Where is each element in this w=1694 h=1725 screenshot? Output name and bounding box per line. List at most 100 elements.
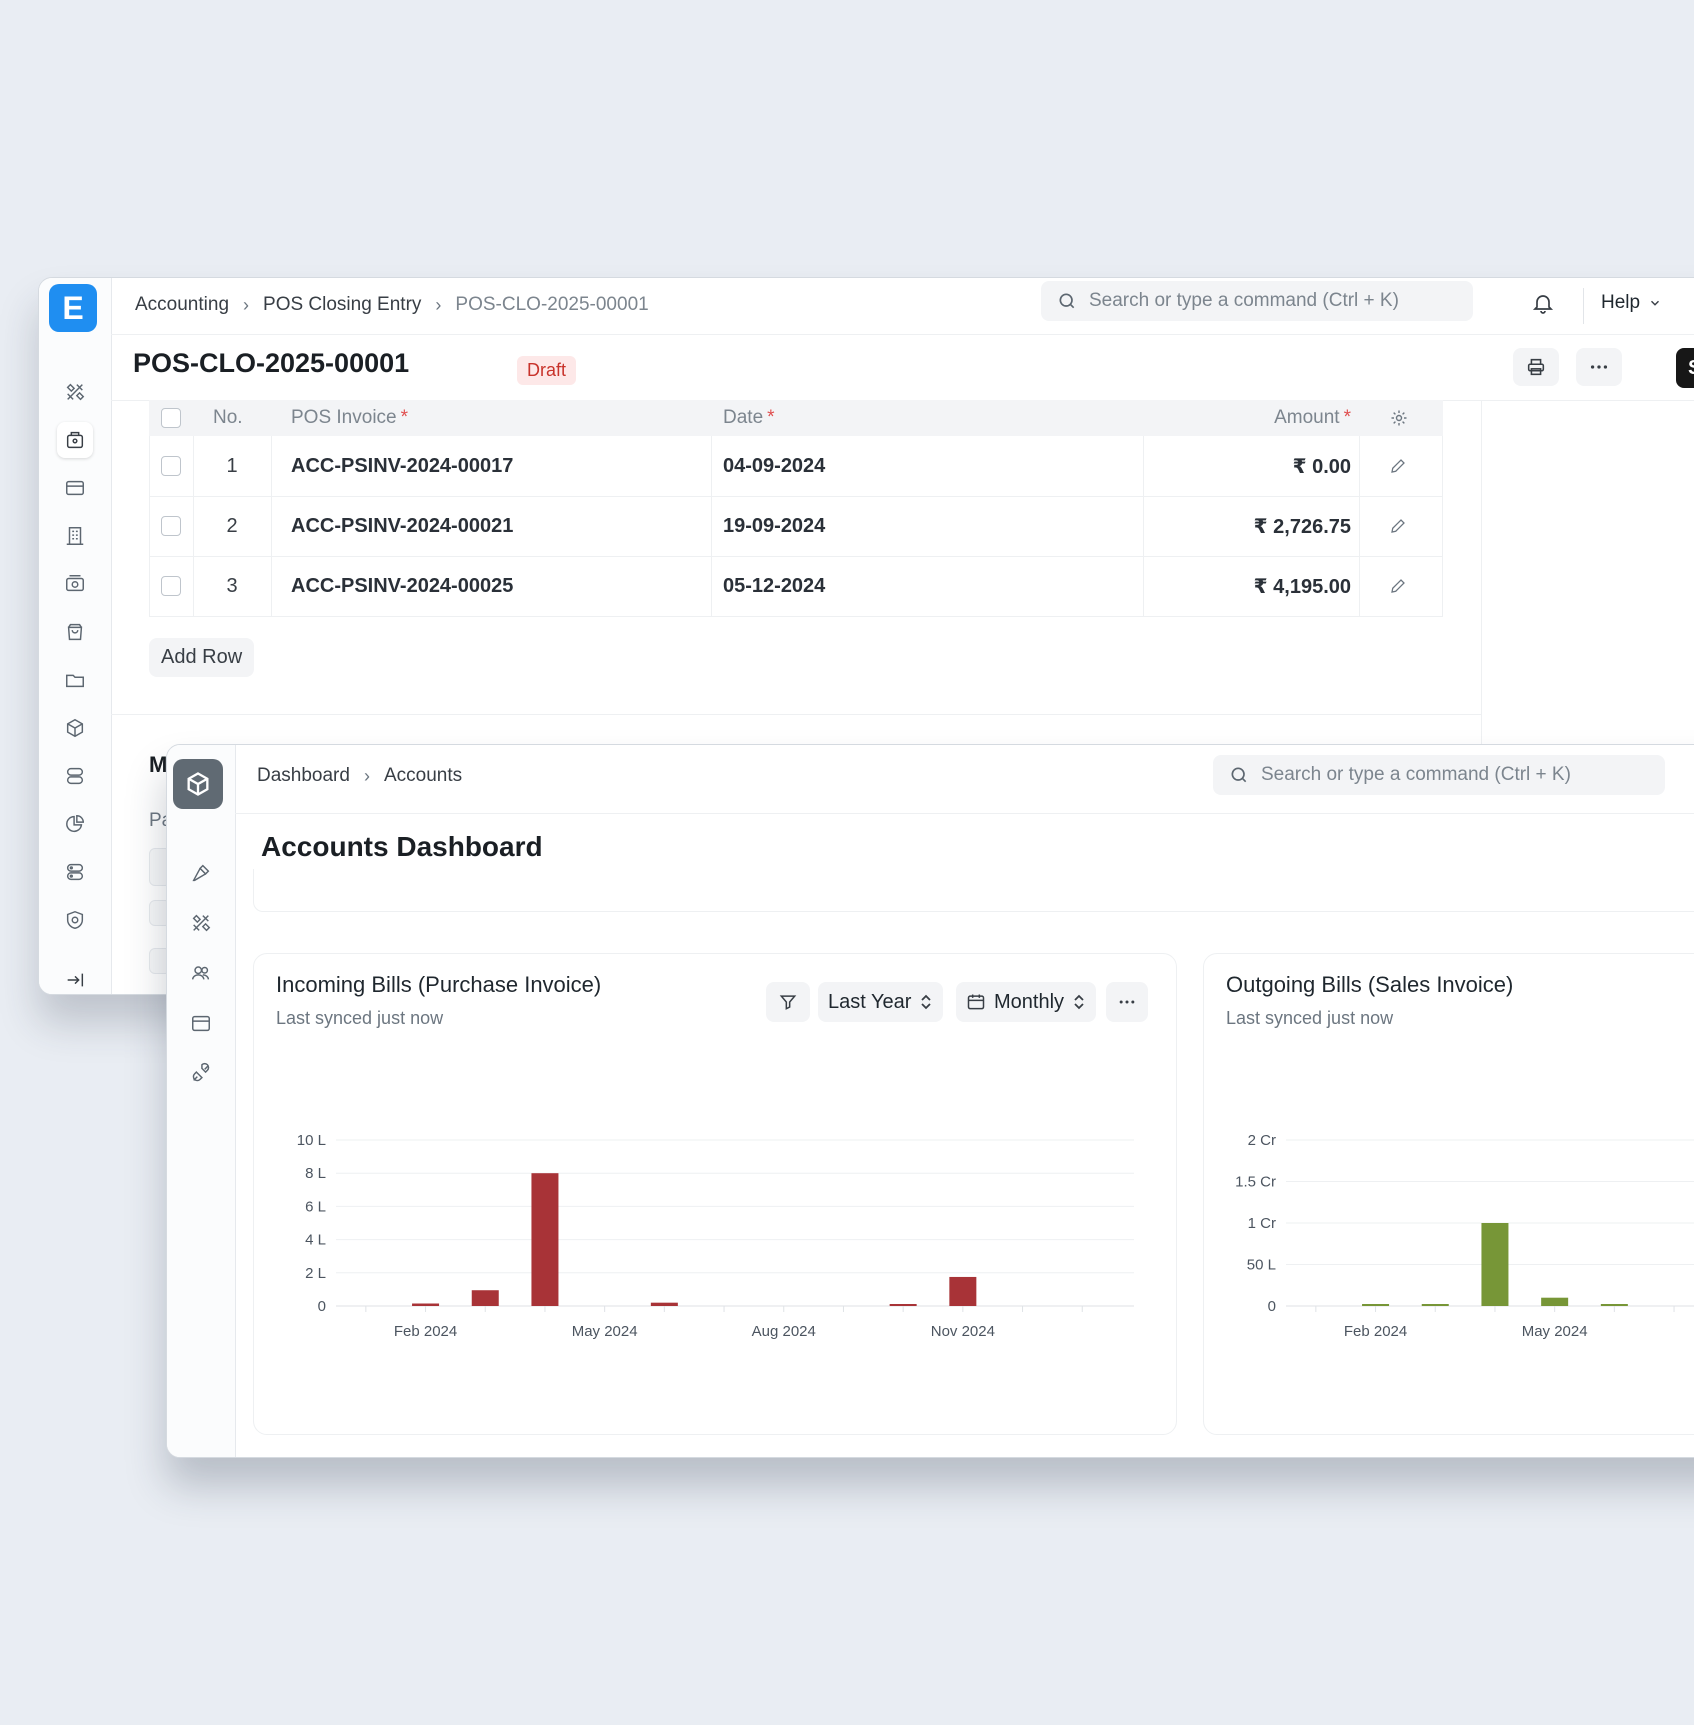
shopping-bag-icon[interactable] [57, 614, 93, 650]
cash-icon[interactable] [57, 566, 93, 602]
bar[interactable] [1481, 1223, 1509, 1306]
breadcrumb: Accounting › POS Closing Entry › POS-CLO… [135, 294, 649, 316]
users-icon[interactable] [183, 955, 219, 991]
table-row[interactable]: 1 ACC-PSINV-2024-00017 04-09-2024 ₹ 0.00 [149, 436, 1443, 497]
card-subtitle: Last synced just now [276, 1008, 444, 1028]
x-tick-label: May 2024 [572, 1323, 638, 1340]
y-tick-label: 0 [1268, 1298, 1276, 1315]
edit-row-icon[interactable] [1389, 436, 1407, 496]
y-tick-label: 4 L [305, 1232, 326, 1249]
pie-chart-icon[interactable] [57, 806, 93, 842]
page-title: POS-CLO-2025-00001 [133, 348, 410, 378]
row-amount[interactable]: ₹ 0.00 [1143, 436, 1351, 496]
help-label: Help [1601, 292, 1641, 313]
bar[interactable] [1421, 1304, 1449, 1306]
chevron-down-icon [1651, 300, 1660, 306]
row-amount[interactable]: ₹ 4,195.00 [1143, 556, 1351, 616]
interval-select[interactable]: Monthly [956, 982, 1097, 1022]
submit-button[interactable]: Subr [1676, 348, 1694, 388]
row-amount[interactable]: ₹ 2,726.75 [1143, 496, 1351, 556]
card-more-button[interactable] [1106, 982, 1148, 1022]
app-logo[interactable]: E [49, 284, 97, 332]
search-placeholder: Search or type a command (Ctrl + K) [1261, 764, 1571, 785]
bar[interactable] [1362, 1304, 1390, 1306]
search-input[interactable]: Search or type a command (Ctrl + K) [1213, 755, 1665, 795]
chevron-right-icon: › [243, 294, 250, 315]
hammer-icon[interactable] [183, 855, 219, 891]
chevron-right-icon: › [363, 765, 370, 786]
printer-icon [1527, 358, 1545, 376]
bar[interactable] [531, 1173, 559, 1306]
bar[interactable] [949, 1276, 977, 1306]
table-row[interactable]: 3 ACC-PSINV-2024-00025 05-12-2024 ₹ 4,19… [149, 556, 1443, 617]
package-icon[interactable] [57, 710, 93, 746]
search-icon [1059, 293, 1075, 309]
row-date[interactable]: 05-12-2024 [723, 556, 825, 616]
column-settings-icon[interactable] [1389, 400, 1409, 436]
y-tick-label: 1 Cr [1248, 1215, 1276, 1232]
card-title: Outgoing Bills (Sales Invoice) [1226, 972, 1514, 997]
bar[interactable] [471, 1290, 499, 1306]
calendar-icon[interactable] [183, 1005, 219, 1041]
incoming-bills-card: Incoming Bills (Purchase Invoice) Last s… [253, 953, 1177, 1435]
bar[interactable] [1541, 1297, 1569, 1306]
status-badge: Draft [517, 356, 577, 385]
period-select[interactable]: Last Year [818, 982, 944, 1022]
bar[interactable] [889, 1304, 917, 1306]
database-icon[interactable] [57, 758, 93, 794]
server-icon[interactable] [57, 854, 93, 890]
row-invoice[interactable]: ACC-PSINV-2024-00021 [291, 496, 513, 556]
breadcrumb-pos-closing-entry[interactable]: POS Closing Entry [263, 294, 421, 316]
breadcrumb-accounting[interactable]: Accounting [135, 294, 229, 316]
edit-row-icon[interactable] [1389, 496, 1407, 556]
y-tick-label: 10 L [297, 1132, 326, 1149]
divider [111, 714, 1481, 715]
breadcrumb-accounts[interactable]: Accounts [384, 765, 462, 787]
row-no: 3 [226, 574, 238, 597]
print-button[interactable] [1513, 348, 1559, 386]
row-invoice[interactable]: ACC-PSINV-2024-00025 [291, 556, 513, 616]
bar[interactable] [1600, 1304, 1628, 1306]
bar[interactable] [412, 1303, 440, 1306]
x-tick-label: Feb 2024 [1344, 1323, 1407, 1340]
row-invoice[interactable]: ACC-PSINV-2024-00017 [291, 436, 513, 496]
notification-bell-icon[interactable] [1531, 290, 1555, 316]
collapse-sidebar-icon[interactable] [57, 962, 93, 994]
app-logo[interactable] [173, 759, 223, 809]
help-menu[interactable]: Help [1601, 292, 1662, 314]
more-actions-button[interactable] [1576, 348, 1622, 386]
outgoing-bills-card: Outgoing Bills (Sales Invoice) Last sync… [1203, 953, 1694, 1435]
breadcrumb-dashboard[interactable]: Dashboard [257, 765, 350, 787]
row-date[interactable]: 04-09-2024 [723, 436, 825, 496]
card-icon[interactable] [57, 470, 93, 506]
accounting-icon[interactable] [57, 422, 93, 458]
dashboard-window: Dashboard › Accounts Search or type a co… [166, 744, 1694, 1458]
chevron-up-down-icon [1074, 994, 1084, 1010]
building-icon[interactable] [57, 518, 93, 554]
search-input[interactable]: Search or type a command (Ctrl + K) [1041, 281, 1473, 321]
select-all-checkbox[interactable] [161, 400, 181, 436]
filter-icon [779, 995, 797, 1010]
outgoing-bills-chart: 050 L1 Cr1.5 Cr2 CrFeb 2024May 2024Aug 2… [1235, 1132, 1694, 1340]
row-date[interactable]: 19-09-2024 [723, 496, 825, 556]
table-row[interactable]: 2 ACC-PSINV-2024-00021 19-09-2024 ₹ 2,72… [149, 496, 1443, 557]
divider [1583, 288, 1584, 324]
add-row-button[interactable]: Add Row [149, 638, 255, 677]
section-heading: M [149, 752, 168, 777]
tools-icon[interactable] [57, 374, 93, 410]
y-tick-label: 6 L [305, 1198, 326, 1215]
integration-icon[interactable] [183, 1055, 219, 1091]
period-select-value: Last Year [828, 990, 912, 1013]
col-invoice-header: POS Invoice * [291, 407, 409, 428]
y-tick-label: 8 L [305, 1165, 326, 1182]
y-tick-label: 50 L [1247, 1257, 1276, 1274]
bar[interactable] [650, 1302, 678, 1306]
shield-icon[interactable] [57, 902, 93, 938]
sidebar: E [39, 278, 112, 994]
folder-icon[interactable] [57, 662, 93, 698]
more-horizontal-icon [1119, 1000, 1135, 1004]
number-cards-strip [253, 869, 1694, 912]
filter-button[interactable] [766, 982, 810, 1022]
tools-icon[interactable] [183, 905, 219, 941]
edit-row-icon[interactable] [1389, 556, 1407, 616]
